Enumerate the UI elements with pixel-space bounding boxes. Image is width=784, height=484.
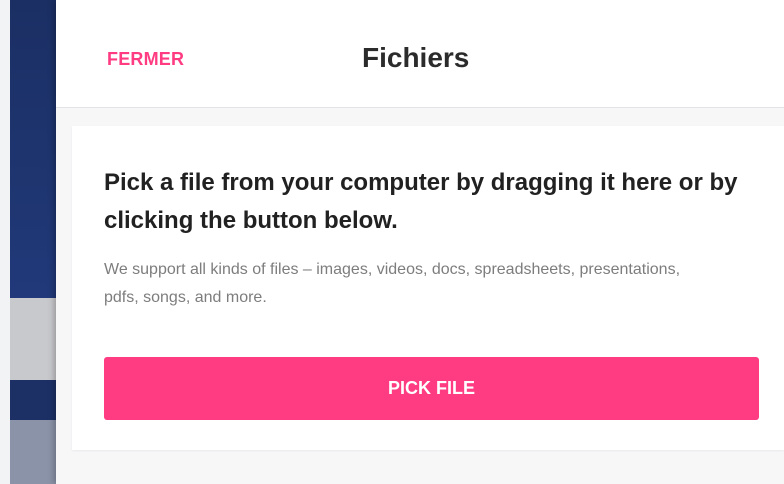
background-edge	[0, 0, 10, 484]
background-block	[10, 380, 56, 420]
close-button[interactable]: FERMER	[107, 49, 184, 70]
background-block	[10, 420, 56, 484]
drop-zone-heading: Pick a file from your computer by draggi…	[104, 169, 738, 234]
drop-zone-description: We support all kinds of files – images, …	[104, 261, 681, 306]
background-block	[10, 0, 56, 298]
file-picker-panel: FERMER Fichiers Pick a file from your co…	[56, 0, 784, 484]
panel-header: FERMER Fichiers	[56, 0, 784, 108]
background-block	[10, 298, 56, 380]
background-app	[0, 0, 56, 484]
screen: FERMER Fichiers Pick a file from your co…	[0, 0, 784, 484]
pick-file-button[interactable]: PICK FILE	[104, 357, 759, 420]
panel-title: Fichiers	[362, 42, 470, 73]
drop-zone[interactable]: Pick a file from your computer by draggi…	[72, 126, 784, 450]
